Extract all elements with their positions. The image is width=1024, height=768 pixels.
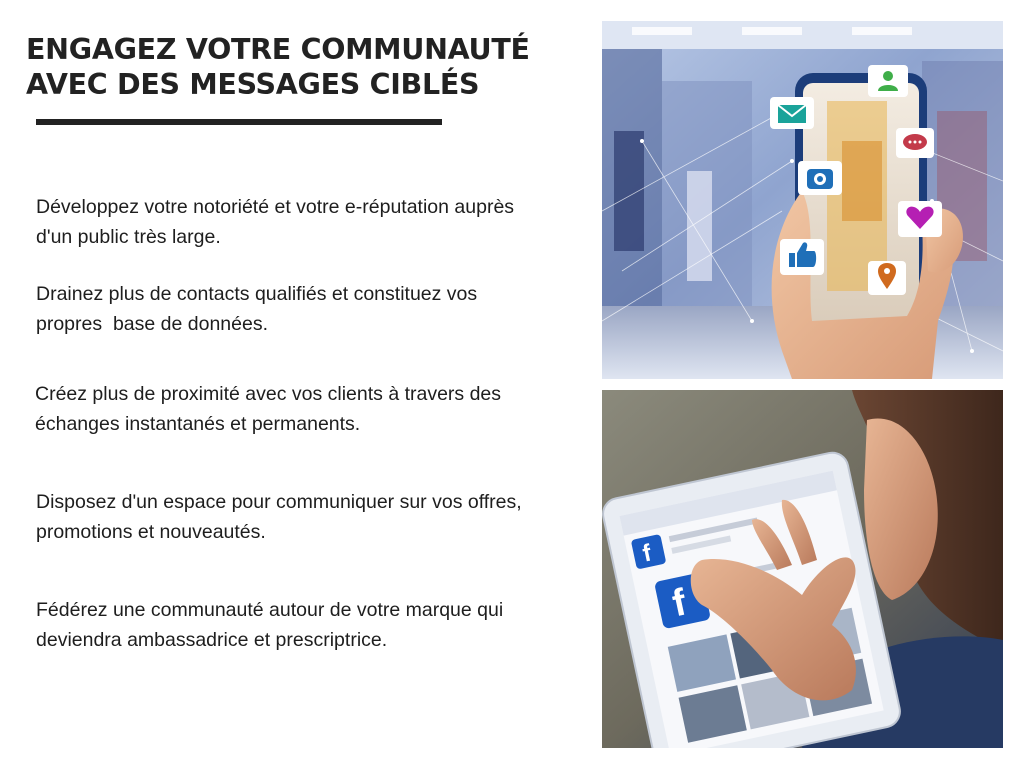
tablet-facebook-photo: f f (602, 390, 1003, 748)
paragraph-line: Fédérez une communauté autour de votre m… (36, 599, 504, 621)
heart-icon (898, 201, 942, 237)
paragraph-line: Disposez d'un espace pour communiquer su… (36, 491, 522, 513)
paragraph-line: Drainez plus de contacts qualifiés et co… (36, 283, 478, 305)
social-media-phone-photo (602, 21, 1003, 379)
mail-icon (770, 97, 814, 129)
paragraph-line: promotions et nouveautés. (36, 521, 266, 543)
paragraph-offers: Disposez d'un espace pour communiquer su… (36, 487, 581, 547)
paragraph-proximity: Créez plus de proximité avec vos clients… (35, 379, 580, 439)
thumbs-up-icon (780, 239, 824, 275)
page-title: ENGAGEZ VOTRE COMMUNAUTÉ AVEC DES MESSAG… (26, 32, 586, 102)
user-icon (868, 65, 908, 97)
paragraph-line: échanges instantanés et permanents. (35, 413, 361, 435)
paragraph-line: deviendra ambassadrice et prescriptrice. (36, 629, 388, 651)
title-line-2: AVEC DES MESSAGES CIBLÉS (26, 68, 480, 101)
title-divider (36, 119, 442, 125)
paragraph-community: Fédérez une communauté autour de votre m… (36, 595, 581, 655)
paragraph-line: d'un public très large. (36, 226, 221, 248)
paragraph-line: Créez plus de proximité avec vos clients… (35, 383, 502, 405)
paragraph-contacts: Drainez plus de contacts qualifiés et co… (36, 279, 581, 339)
chat-icon (896, 128, 934, 158)
camera-icon (798, 161, 842, 195)
slide: ENGAGEZ VOTRE COMMUNAUTÉ AVEC DES MESSAG… (0, 0, 1024, 768)
paragraph-line: propres base de données. (36, 313, 269, 335)
paragraph-notoriety: Développez votre notoriété et votre e-ré… (36, 192, 581, 252)
title-line-1: ENGAGEZ VOTRE COMMUNAUTÉ (26, 33, 530, 66)
location-pin-icon (868, 261, 906, 295)
paragraph-line: Développez votre notoriété et votre e-ré… (36, 196, 515, 218)
